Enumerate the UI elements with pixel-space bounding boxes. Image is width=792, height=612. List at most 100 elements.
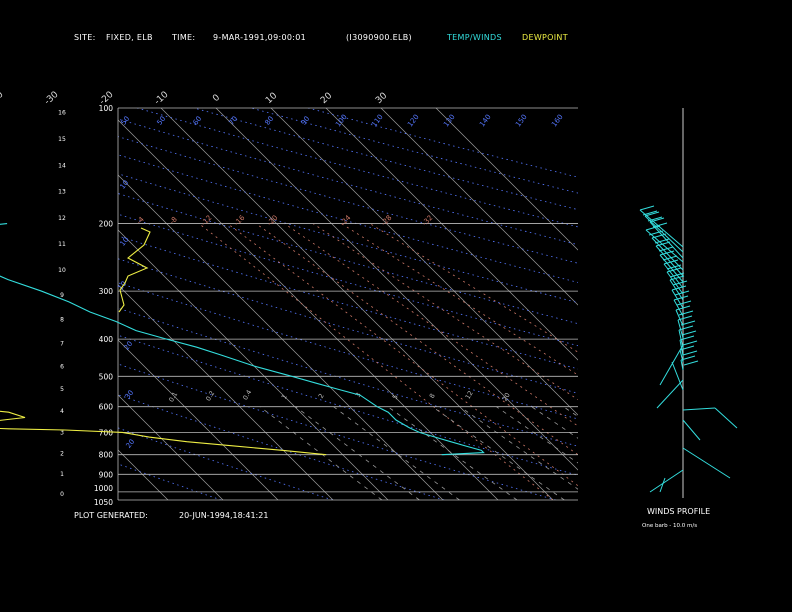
dry-adiabat-line — [118, 154, 578, 283]
dry-adiabat-label: 70 — [228, 115, 240, 127]
isotherm-line — [380, 108, 578, 306]
height-tick-label: 1 — [60, 471, 64, 478]
mixing-ratio-label: 5 — [391, 393, 400, 401]
wind-profile-title: WINDS PROFILE — [647, 507, 711, 516]
height-tick-label: 13 — [58, 189, 66, 196]
wind-barb-staff — [649, 469, 684, 493]
wind-barb-flag — [682, 340, 698, 346]
isotherm-label: -30 — [43, 90, 61, 107]
height-tick-label: 2 — [60, 451, 64, 458]
dry-adiabat-label: 150 — [514, 113, 529, 128]
wind-profile — [639, 108, 738, 498]
pressure-tick-label: 200 — [99, 220, 114, 229]
isotherm-line — [118, 174, 444, 500]
height-tick-label: 10 — [58, 267, 66, 274]
dry-adiabat-label: 160 — [550, 113, 565, 128]
pressure-tick-label: 800 — [99, 451, 114, 460]
wind-barb-staff — [682, 407, 716, 411]
moist-adiabat-line — [198, 223, 554, 500]
pressure-tick-label: 400 — [99, 335, 114, 344]
isotherm-line — [118, 449, 169, 500]
dry-adiabat-line — [118, 213, 578, 347]
isotherm-line — [325, 108, 578, 361]
wind-profile-note: One barb - 10.0 m/s — [642, 523, 698, 529]
skew-t-grid — [0, 107, 748, 501]
height-tick-label: 3 — [60, 430, 64, 437]
isotherm-line — [270, 108, 578, 416]
isotherm-label: -10 — [153, 90, 171, 107]
moist-adiabat-label: -20 — [266, 214, 280, 228]
dry-adiabat-line — [307, 108, 578, 178]
isotherm-line — [0, 108, 3, 500]
moist-adiabat-label: -28 — [380, 214, 394, 228]
height-tick-label: 7 — [60, 340, 64, 347]
isotherm-line — [118, 339, 279, 500]
wind-barb-flag — [682, 350, 698, 356]
dry-adiabat-label: 10 — [119, 179, 131, 191]
dry-adiabat-line — [118, 394, 445, 500]
moist-adiabat-line — [312, 223, 578, 401]
pressure-tick-label: 500 — [99, 372, 114, 381]
height-tick-label: 8 — [60, 317, 64, 324]
dry-adiabat-label: 60 — [192, 115, 204, 127]
mixing-ratio-line — [605, 407, 748, 500]
isotherm-line — [118, 394, 224, 500]
pressure-tick-label: 700 — [99, 428, 114, 437]
moist-adiabat-label: -4 — [135, 215, 146, 226]
dry-adiabat-label: 110 — [370, 113, 385, 128]
moist-adiabat-line — [227, 223, 578, 487]
dry-adiabat-line — [118, 173, 578, 304]
wind-barb-flag — [681, 330, 697, 336]
dry-adiabat-label: 50 — [120, 115, 132, 127]
dry-adiabat-line — [118, 427, 333, 500]
moist-adiabat-label: -24 — [339, 213, 353, 227]
isotherm-line — [0, 108, 58, 500]
mixing-ratio-label: 0.4 — [241, 389, 253, 402]
mixing-ratio-label: 20 — [501, 391, 512, 402]
height-tick-label: 14 — [58, 162, 66, 169]
height-tick-label: 16 — [58, 110, 66, 117]
dry-adiabat-label: 50 — [156, 115, 168, 127]
pressure-tick-label: 300 — [99, 287, 114, 296]
isotherm-label: 0 — [211, 93, 222, 104]
plot-generated-value: 20-JUN-1994,18:41:21 — [179, 511, 269, 520]
dry-adiabat-label: 20 — [123, 340, 135, 352]
moist-adiabat-line — [255, 223, 578, 456]
wind-barb-staff — [659, 344, 684, 386]
height-tick-label: 0 — [60, 491, 64, 498]
dry-adiabat-line — [118, 334, 578, 476]
height-tick-label: 6 — [60, 364, 64, 371]
pressure-tick-label: 1000 — [94, 484, 113, 493]
moist-adiabat-line — [341, 223, 578, 376]
isotherm-line — [435, 108, 578, 251]
plot-generated-label: PLOT GENERATED: — [74, 511, 148, 520]
isotherm-line — [160, 108, 554, 500]
mixing-ratio-line — [459, 406, 578, 490]
isotherm-line — [118, 284, 334, 500]
dry-adiabat-line — [118, 235, 578, 370]
pressure-tick-label: 900 — [99, 470, 114, 479]
isotherm-line — [0, 108, 113, 500]
dry-adiabat-label: 140 — [478, 113, 493, 128]
dry-adiabat-label: 100 — [334, 113, 349, 128]
dry-adiabat-label: 10 — [119, 236, 131, 248]
dry-adiabat-label: 20 — [125, 438, 137, 450]
pressure-tick-label: 600 — [99, 403, 114, 412]
isotherm-label: -40 — [0, 90, 6, 107]
wind-barb-staff — [682, 447, 731, 479]
height-tick-label: 11 — [58, 241, 66, 248]
isotherm-label: 30 — [374, 91, 389, 106]
dry-adiabat-label: 120 — [406, 113, 421, 128]
mixing-ratio-label: 8 — [428, 392, 437, 400]
wind-barb-flag — [639, 205, 655, 211]
dry-adiabat-label: 30 — [124, 389, 136, 401]
wind-barb-staff — [714, 407, 738, 429]
wind-barb-flag — [677, 315, 693, 321]
dry-adiabat-label: 90 — [300, 115, 312, 127]
wind-barb-flag — [678, 325, 694, 331]
pressure-tick-label: 1050 — [94, 498, 113, 507]
height-tick-label: 12 — [58, 215, 66, 222]
wind-barb-staff — [682, 419, 701, 441]
mixing-ratio-label: 0.2 — [204, 390, 216, 403]
dry-adiabat-line — [118, 282, 578, 420]
